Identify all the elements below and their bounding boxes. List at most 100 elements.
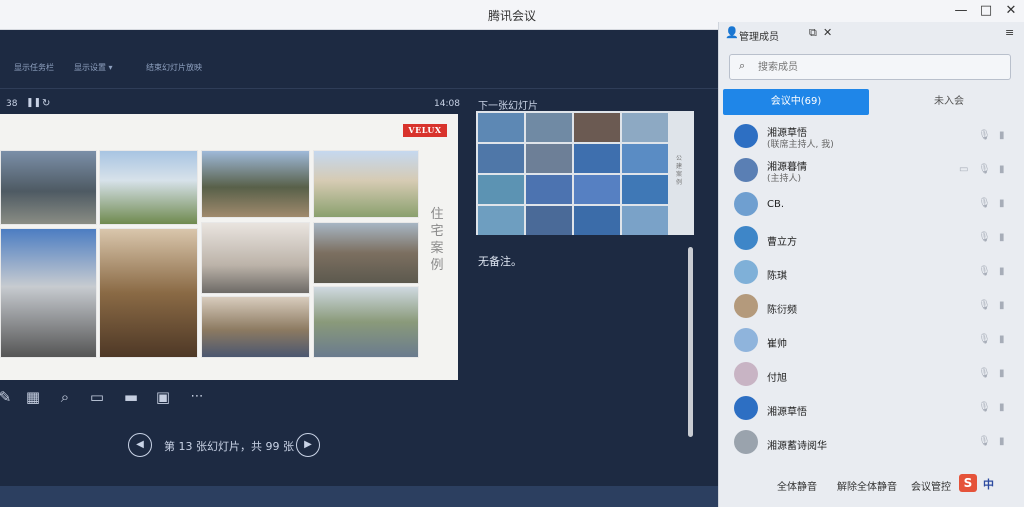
house-photo bbox=[313, 222, 419, 284]
preview-photo bbox=[622, 175, 668, 204]
camera-icon[interactable]: ▮ bbox=[999, 266, 1005, 277]
member-row[interactable]: 湘源蓄诗阅华 🎙 ▮ bbox=[719, 426, 1024, 460]
share-icon: ▭ bbox=[959, 164, 969, 175]
preview-photo bbox=[622, 206, 668, 235]
ppt-toolbar: 显示任务栏 显示设置 ▾ 结束幻灯片放映 bbox=[0, 58, 718, 80]
toolbar-divider bbox=[0, 88, 718, 89]
preview-photo bbox=[574, 206, 620, 235]
camera-icon[interactable]: ▮ bbox=[999, 334, 1005, 345]
avatar bbox=[734, 396, 758, 420]
menu-icon[interactable]: ≡ bbox=[1005, 26, 1014, 39]
member-row[interactable]: 付旭 🎙 ▮ bbox=[719, 358, 1024, 392]
tab-not-joined[interactable]: 未入会 bbox=[879, 89, 1019, 115]
house-photo bbox=[201, 296, 310, 358]
monitor-icon[interactable]: ▬ bbox=[120, 386, 142, 408]
camera-icon[interactable]: ▮ bbox=[999, 368, 1005, 379]
camera-icon[interactable]: ▮ bbox=[999, 232, 1005, 243]
panel-title: 管理成员 bbox=[739, 32, 779, 43]
member-name: 陈衍频 bbox=[767, 305, 797, 316]
mic-icon[interactable]: 🎙 bbox=[978, 130, 991, 141]
elapsed-time: 38 bbox=[6, 99, 18, 109]
close-panel-icon[interactable]: ✕ bbox=[823, 26, 832, 39]
member-role: (联席主持人, 我) bbox=[767, 140, 834, 150]
next-slide-button[interactable]: ▶ bbox=[296, 433, 320, 457]
end-slideshow-button[interactable]: 结束幻灯片放映 bbox=[146, 62, 202, 73]
member-row[interactable]: CB. 🎙 ▮ bbox=[719, 188, 1024, 222]
camera-icon[interactable]: ▣ bbox=[152, 386, 174, 408]
preview-photo bbox=[478, 144, 524, 173]
member-row[interactable]: 湘源暮情 (主持人) ▭ 🎙 ▮ bbox=[719, 154, 1024, 188]
preview-photo bbox=[574, 144, 620, 173]
panel-header: 👤 管理成员 ⧉ ✕ ≡ bbox=[719, 22, 1024, 48]
mic-icon[interactable]: 🎙 bbox=[978, 436, 991, 447]
search-input[interactable] bbox=[758, 59, 998, 75]
mic-icon[interactable]: 🎙 bbox=[978, 334, 991, 345]
minimize-button[interactable]: — bbox=[950, 2, 972, 20]
search-box: ⌕ bbox=[729, 54, 1011, 80]
mute-all-button[interactable]: 全体静音 bbox=[777, 478, 817, 493]
member-name: CB. bbox=[767, 199, 785, 210]
avatar bbox=[734, 260, 758, 284]
members-icon: 👤 bbox=[725, 26, 739, 39]
current-slide: VELUX 住宅案例 bbox=[0, 114, 458, 380]
avatar bbox=[734, 124, 758, 148]
avatar bbox=[734, 294, 758, 318]
sogou-ime-icon[interactable]: S bbox=[959, 474, 977, 492]
pen-icon[interactable]: ✎ bbox=[0, 386, 16, 408]
member-row[interactable]: 崔帅 🎙 ▮ bbox=[719, 324, 1024, 358]
camera-icon[interactable]: ▮ bbox=[999, 300, 1005, 311]
meeting-control-button[interactable]: 会议管控 bbox=[911, 478, 951, 493]
member-row[interactable]: 陈琪 🎙 ▮ bbox=[719, 256, 1024, 290]
preview-photo bbox=[574, 175, 620, 204]
taskbar-strip bbox=[0, 486, 718, 507]
members-panel: 👤 管理成员 ⧉ ✕ ≡ ⌕ 会议中(69) 未入会 湘源草悟 (联席主持人, … bbox=[718, 22, 1024, 507]
timer-row: 38 ❚❚ ↻ 14:08 bbox=[0, 98, 460, 112]
member-list: 湘源草悟 (联席主持人, 我) 🎙 ▮ 湘源暮情 (主持人) ▭ 🎙 ▮ CB.… bbox=[719, 120, 1024, 464]
panel-footer: 全体静音 解除全体静音 会议管控 S 中 bbox=[719, 472, 1024, 498]
member-row[interactable]: 曹立方 🎙 ▮ bbox=[719, 222, 1024, 256]
member-name: 湘源草悟 bbox=[767, 407, 807, 418]
avatar bbox=[734, 430, 758, 454]
member-row[interactable]: 陈衍频 🎙 ▮ bbox=[719, 290, 1024, 324]
member-row[interactable]: 湘源草悟 (联席主持人, 我) 🎙 ▮ bbox=[719, 120, 1024, 154]
next-slide-preview[interactable]: 公建案例 bbox=[476, 111, 694, 235]
mic-icon[interactable]: 🎙 bbox=[978, 300, 991, 311]
house-photo bbox=[201, 150, 310, 218]
preview-photo bbox=[478, 113, 524, 142]
preview-photo bbox=[526, 144, 572, 173]
mic-icon[interactable]: 🎙 bbox=[978, 198, 991, 209]
mic-icon[interactable]: 🎙 bbox=[978, 164, 991, 175]
camera-icon[interactable]: ▮ bbox=[999, 164, 1005, 175]
reset-timer-icon[interactable]: ↻ bbox=[42, 98, 50, 109]
more-icon[interactable]: ⋯ bbox=[186, 386, 208, 408]
tab-in-meeting[interactable]: 会议中(69) bbox=[723, 89, 869, 115]
show-taskbar-button[interactable]: 显示任务栏 bbox=[14, 62, 54, 73]
previous-slide-button[interactable]: ◀ bbox=[128, 433, 152, 457]
slide-counter: 第 13 张幻灯片，共 99 张 bbox=[164, 440, 294, 453]
close-button[interactable]: ✕ bbox=[1000, 2, 1022, 20]
zoom-icon[interactable]: ⌕ bbox=[54, 386, 76, 408]
mic-icon[interactable]: 🎙 bbox=[978, 402, 991, 413]
mic-icon[interactable]: 🎙 bbox=[978, 266, 991, 277]
ime-mode[interactable]: 中 bbox=[983, 476, 994, 492]
camera-icon[interactable]: ▮ bbox=[999, 130, 1005, 141]
slide-navigation: ◀ 第 13 张幻灯片，共 99 张 ▶ bbox=[120, 430, 440, 460]
unmute-all-button[interactable]: 解除全体静音 bbox=[837, 478, 897, 493]
grid-icon[interactable]: ▦ bbox=[22, 386, 44, 408]
notes-pane[interactable]: 无备注。 bbox=[470, 243, 698, 443]
camera-icon[interactable]: ▮ bbox=[999, 402, 1005, 413]
camera-icon[interactable]: ▮ bbox=[999, 198, 1005, 209]
preview-photo bbox=[478, 206, 524, 235]
member-row[interactable]: 湘源草悟 🎙 ▮ bbox=[719, 392, 1024, 426]
maximize-button[interactable]: □ bbox=[975, 2, 997, 20]
house-photo bbox=[201, 222, 310, 294]
notes-scrollbar[interactable] bbox=[688, 247, 693, 437]
mic-icon[interactable]: 🎙 bbox=[978, 232, 991, 243]
screen-icon[interactable]: ▭ bbox=[86, 386, 108, 408]
popout-icon[interactable]: ⧉ bbox=[809, 26, 817, 40]
pause-icon[interactable]: ❚❚ bbox=[26, 98, 41, 108]
display-settings-button[interactable]: 显示设置 ▾ bbox=[74, 62, 113, 73]
mic-icon[interactable]: 🎙 bbox=[978, 368, 991, 379]
camera-icon[interactable]: ▮ bbox=[999, 436, 1005, 447]
house-photo bbox=[0, 228, 97, 358]
